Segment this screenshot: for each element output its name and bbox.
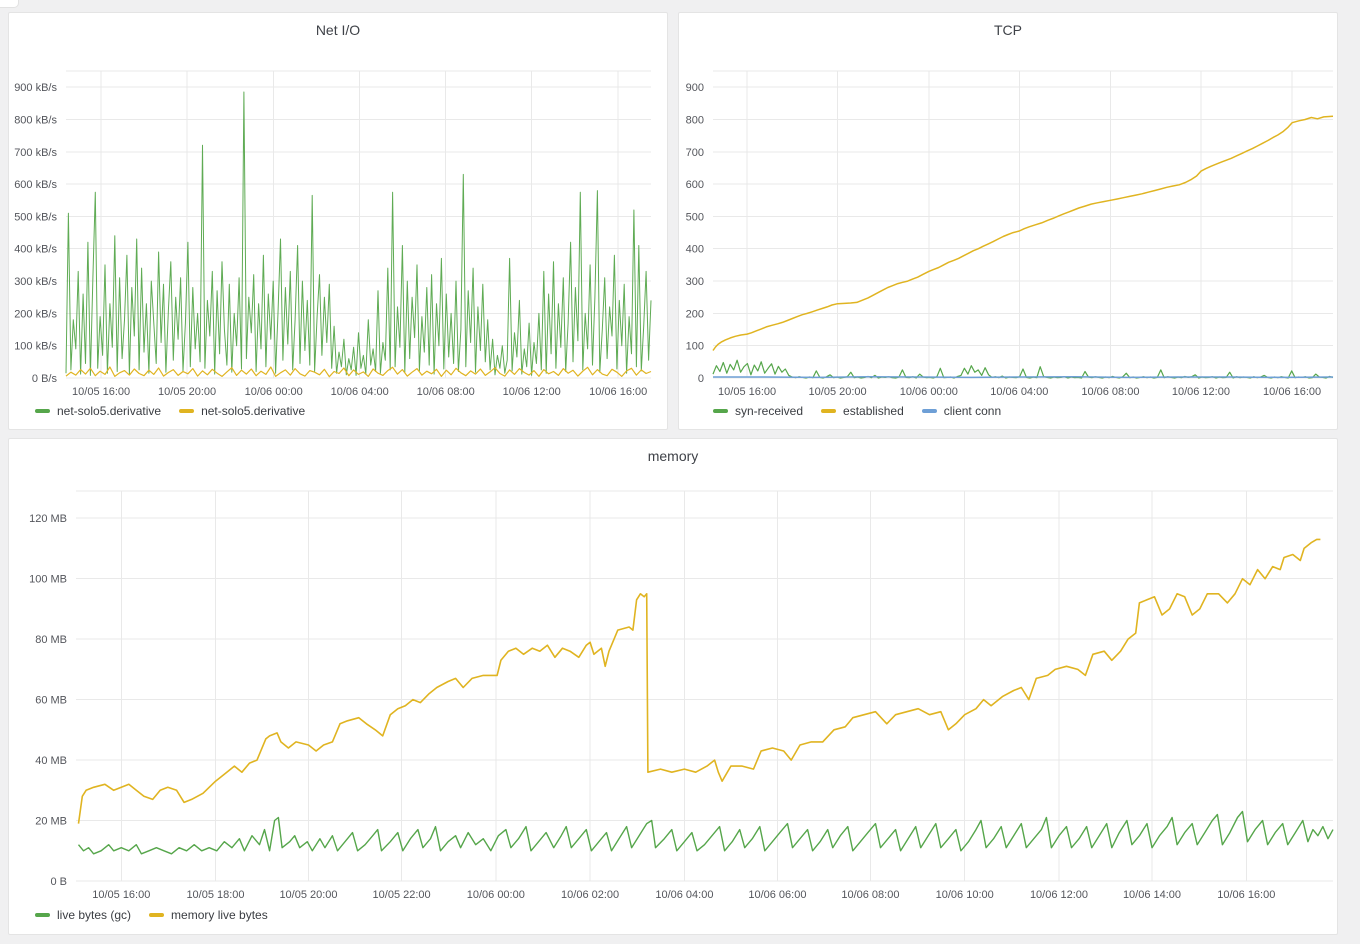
series-client-conn <box>713 377 1333 378</box>
panel-tcp: TCP 10/05 16:00 10/05 20:00 10/06 00:00 10/… <box>678 12 1338 430</box>
y-tick-label: 200 kB/s <box>14 308 57 320</box>
panel-net-io: Net I/O 10/05 16:00 10/05 20:00 10/06 00:0… <box>8 12 668 430</box>
legend-item[interactable]: client conn <box>922 404 1001 418</box>
x-tick-label: 10/06 08:00 <box>841 889 899 901</box>
legend-label: syn-received <box>735 404 803 418</box>
y-tick-label: 200 <box>686 308 704 320</box>
y-tick-label: 900 kB/s <box>14 82 57 94</box>
legend-swatch-icon <box>35 409 50 413</box>
panel-title-memory[interactable]: memory <box>9 439 1337 464</box>
legend-swatch-icon <box>821 409 836 413</box>
y-tick-label: 800 kB/s <box>14 115 57 127</box>
panel-memory: memory 10/05 16:00 10/05 18:00 10/05 20:00… <box>8 438 1338 935</box>
panel-title-tcp[interactable]: TCP <box>679 13 1337 38</box>
y-tick-label: 400 kB/s <box>14 244 57 256</box>
x-tick-label: 10/06 08:00 <box>1081 386 1139 398</box>
x-tick-label: 10/06 00:00 <box>467 889 525 901</box>
legend-item[interactable]: memory live bytes <box>149 908 268 922</box>
top-left-notch <box>0 0 19 8</box>
tcp-chart-area[interactable]: 10/05 16:00 10/05 20:00 10/06 00:00 10/06 0… <box>679 13 1337 429</box>
x-tick-label: 10/06 12:00 <box>1030 889 1088 901</box>
y-tick-label: 300 <box>686 276 704 288</box>
legend-label: memory live bytes <box>171 908 268 922</box>
x-tick-label: 10/06 16:00 <box>1263 386 1321 398</box>
x-tick-label: 10/06 06:00 <box>748 889 806 901</box>
series-live-bytes-gc- <box>79 812 1334 854</box>
y-tick-label: 60 MB <box>35 695 67 707</box>
x-tick-label: 10/06 12:00 <box>503 386 561 398</box>
legend-swatch-icon <box>35 913 50 917</box>
y-tick-label: 100 MB <box>29 574 67 586</box>
y-tick-label: 500 kB/s <box>14 211 57 223</box>
x-tick-label: 10/05 20:00 <box>279 889 337 901</box>
legend-item[interactable]: net-solo5.derivative <box>179 404 305 418</box>
y-tick-label: 800 <box>686 115 704 127</box>
memory-plot[interactable]: 10/05 16:00 10/05 18:00 10/05 20:00 10/05 2… <box>9 439 1339 936</box>
y-tick-label: 80 MB <box>35 634 67 646</box>
y-tick-label: 40 MB <box>35 755 67 767</box>
y-tick-label: 400 <box>686 244 704 256</box>
y-tick-label: 100 kB/s <box>14 341 57 353</box>
net-io-plot[interactable]: 10/05 16:00 10/05 20:00 10/06 00:00 10/06 0… <box>9 13 669 431</box>
x-tick-label: 10/06 10:00 <box>936 889 994 901</box>
x-tick-label: 10/05 16:00 <box>718 386 776 398</box>
x-tick-label: 10/05 20:00 <box>809 386 867 398</box>
x-tick-label: 10/06 00:00 <box>245 386 303 398</box>
legend-item[interactable]: syn-received <box>713 404 803 418</box>
y-tick-label: 0 B/s <box>32 373 58 385</box>
net-io-legend: net-solo5.derivative net-solo5.derivative <box>35 404 305 418</box>
series-memory-live-bytes <box>79 539 1321 823</box>
y-tick-label: 600 <box>686 179 704 191</box>
x-tick-label: 10/06 16:00 <box>589 386 647 398</box>
y-tick-label: 120 MB <box>29 513 67 525</box>
legend-item[interactable]: net-solo5.derivative <box>35 404 161 418</box>
y-tick-label: 700 kB/s <box>14 147 57 159</box>
panel-title-net-io[interactable]: Net I/O <box>9 13 667 38</box>
memory-legend: live bytes (gc) memory live bytes <box>35 908 268 922</box>
x-tick-label: 10/05 18:00 <box>186 889 244 901</box>
legend-label: live bytes (gc) <box>57 908 131 922</box>
legend-swatch-icon <box>179 409 194 413</box>
x-tick-label: 10/05 16:00 <box>92 889 150 901</box>
x-tick-label: 10/05 16:00 <box>72 386 130 398</box>
x-tick-label: 10/06 12:00 <box>1172 386 1230 398</box>
x-tick-label: 10/06 00:00 <box>900 386 958 398</box>
tcp-legend: syn-received established client conn <box>713 404 1001 418</box>
memory-chart-area[interactable]: 10/05 16:00 10/05 18:00 10/05 20:00 10/05 2… <box>9 439 1337 934</box>
x-tick-label: 10/05 20:00 <box>158 386 216 398</box>
y-tick-label: 700 <box>686 147 704 159</box>
x-tick-label: 10/05 22:00 <box>373 889 431 901</box>
y-tick-label: 100 <box>686 341 704 353</box>
y-tick-label: 0 B <box>50 876 67 888</box>
y-tick-label: 0 <box>698 373 704 385</box>
x-tick-label: 10/06 04:00 <box>990 386 1048 398</box>
y-tick-label: 300 kB/s <box>14 276 57 288</box>
x-tick-label: 10/06 14:00 <box>1123 889 1181 901</box>
x-tick-label: 10/06 04:00 <box>331 386 389 398</box>
legend-item[interactable]: live bytes (gc) <box>35 908 131 922</box>
y-tick-label: 500 <box>686 211 704 223</box>
y-tick-label: 900 <box>686 82 704 94</box>
legend-swatch-icon <box>713 409 728 413</box>
tcp-plot[interactable]: 10/05 16:00 10/05 20:00 10/06 00:00 10/06 0… <box>679 13 1339 431</box>
y-tick-label: 600 kB/s <box>14 179 57 191</box>
legend-label: net-solo5.derivative <box>201 404 305 418</box>
y-tick-label: 20 MB <box>35 816 67 828</box>
series-net-solo5-derivative-tx- <box>66 367 651 377</box>
x-tick-label: 10/06 16:00 <box>1217 889 1275 901</box>
legend-swatch-icon <box>149 913 164 917</box>
legend-swatch-icon <box>922 409 937 413</box>
x-tick-label: 10/06 02:00 <box>561 889 619 901</box>
series-net-solo5-derivative-rx- <box>66 92 651 375</box>
legend-label: established <box>843 404 904 418</box>
legend-label: client conn <box>944 404 1001 418</box>
x-tick-label: 10/06 04:00 <box>655 889 713 901</box>
x-tick-label: 10/06 08:00 <box>417 386 475 398</box>
legend-item[interactable]: established <box>821 404 904 418</box>
legend-label: net-solo5.derivative <box>57 404 161 418</box>
net-io-chart-area[interactable]: 10/05 16:00 10/05 20:00 10/06 00:00 10/06 0… <box>9 13 667 429</box>
series-syn-received <box>713 360 1333 378</box>
